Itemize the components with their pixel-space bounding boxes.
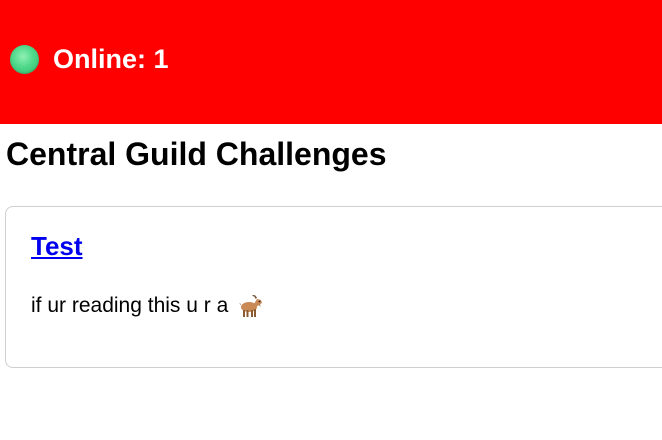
online-count-label: Online: 1	[53, 44, 169, 74]
challenge-description: if ur reading this u r a	[31, 292, 264, 320]
top-bar: Online: 1	[0, 0, 662, 124]
goat-icon	[238, 294, 264, 318]
challenge-description-text: if ur reading this u r a	[31, 294, 229, 317]
online-indicator-icon	[10, 44, 39, 74]
online-status: Online: 1	[10, 44, 169, 74]
challenge-card: Test if ur reading this u r a	[5, 206, 662, 368]
page-title: Central Guild Challenges	[6, 136, 387, 172]
challenge-title-link[interactable]: Test	[31, 229, 83, 263]
